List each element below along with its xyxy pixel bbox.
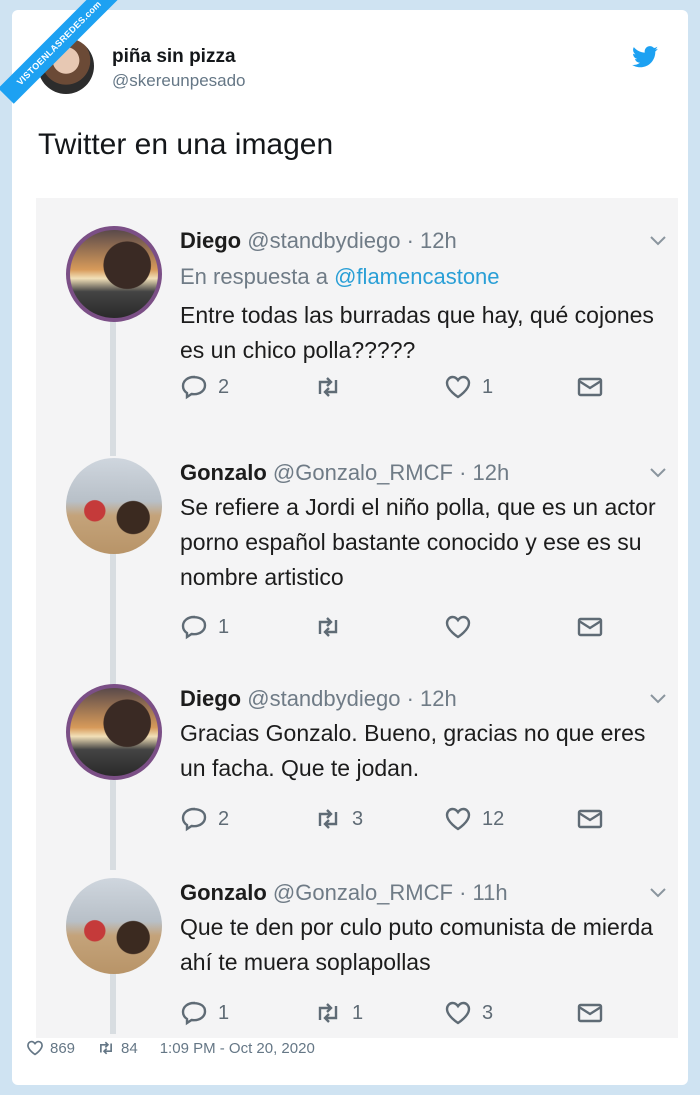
like-button[interactable] — [444, 612, 482, 642]
reply-handle[interactable]: @Gonzalo_RMCF — [273, 460, 453, 485]
reply-count: 2 — [218, 807, 230, 830]
reply-text: Que te den por culo puto comunista de mi… — [180, 914, 654, 975]
heart-icon — [445, 615, 471, 639]
reply-tweet: Diego @standbydiego · 12h En respuesta a… — [36, 226, 678, 426]
reply-count: 1 — [218, 1001, 230, 1024]
reply-tweet: Diego @standbydiego · 12h Gracias Gonzal… — [36, 684, 678, 844]
retweet-button[interactable]: 3 — [314, 804, 363, 834]
reply-avatar[interactable] — [66, 226, 162, 322]
reply-button[interactable]: 1 — [180, 998, 229, 1028]
like-count: 1 — [482, 375, 494, 398]
replying-label: En respuesta a — [180, 264, 328, 289]
retweet-count: 3 — [352, 807, 364, 830]
message-button[interactable] — [576, 998, 604, 1028]
reply-name[interactable]: Diego — [180, 228, 241, 253]
chevron-down-icon[interactable] — [650, 694, 666, 704]
reply-icon — [181, 807, 207, 832]
reply-header: Gonzalo @Gonzalo_RMCF · 11h — [180, 880, 508, 906]
reply-time[interactable]: 12h — [473, 460, 510, 485]
reply-button[interactable]: 2 — [180, 372, 229, 402]
reply-separator: · — [406, 686, 414, 711]
tweet-footer: 869 84 1:09 PM - Oct 20, 2020 — [26, 1036, 315, 1060]
message-button[interactable] — [576, 804, 604, 834]
reply-tweet: Gonzalo @Gonzalo_RMCF · 12h Se refiere a… — [36, 458, 678, 658]
replying-to: En respuesta a @flamencastone — [180, 264, 500, 290]
reply-name[interactable]: Gonzalo — [180, 880, 267, 905]
reply-avatar[interactable] — [66, 458, 162, 554]
tweet-header: piña sin pizza @skereunpesado — [38, 36, 678, 106]
envelope-icon — [577, 617, 603, 637]
twitter-bird-icon[interactable] — [632, 46, 658, 68]
reply-actions: 2 1 — [180, 372, 660, 402]
chevron-down-icon[interactable] — [650, 888, 666, 898]
envelope-icon — [577, 1003, 603, 1023]
reply-time[interactable]: 12h — [420, 686, 457, 711]
retweet-icon — [318, 617, 338, 637]
reply-handle[interactable]: @standbydiego — [247, 228, 400, 253]
heart-icon — [445, 807, 471, 831]
reply-actions: 1 1 3 — [180, 998, 660, 1028]
retweet-count: 1 — [352, 1001, 364, 1024]
reply-time[interactable]: 12h — [420, 228, 457, 253]
like-button[interactable]: 12 — [444, 804, 504, 834]
chevron-down-icon[interactable] — [650, 468, 666, 478]
like-count: 869 — [50, 1039, 76, 1057]
heart-icon[interactable] — [26, 1039, 44, 1057]
retweet-button[interactable] — [314, 372, 352, 402]
reply-actions: 2 3 12 — [180, 804, 660, 834]
tweet-card: VISTOENLASREDES.com piña sin pizza @sker… — [0, 0, 688, 1085]
reply-icon — [181, 1001, 207, 1026]
replying-mention[interactable]: @flamencastone — [334, 264, 499, 289]
like-count: 12 — [482, 807, 505, 830]
retweet-button[interactable] — [314, 612, 352, 642]
reply-separator: · — [459, 880, 467, 905]
reply-icon — [181, 375, 207, 400]
like-button[interactable]: 3 — [444, 998, 493, 1028]
reply-text: Entre todas las burradas que hay, qué co… — [180, 302, 654, 363]
reply-actions: 1 — [180, 612, 660, 642]
reply-name[interactable]: Gonzalo — [180, 460, 267, 485]
reply-separator: · — [459, 460, 467, 485]
author-handle[interactable]: @skereunpesado — [112, 71, 246, 91]
retweet-icon — [318, 377, 338, 397]
reply-time[interactable]: 11h — [473, 880, 508, 905]
embedded-screenshot: Diego @standbydiego · 12h En respuesta a… — [36, 198, 678, 1038]
reply-header: Gonzalo @Gonzalo_RMCF · 12h — [180, 460, 509, 486]
retweet-icon — [318, 809, 338, 829]
reply-header: Diego @standbydiego · 12h — [180, 228, 457, 254]
reply-icon — [181, 615, 207, 640]
chevron-down-icon[interactable] — [650, 236, 666, 246]
reply-header: Diego @standbydiego · 12h — [180, 686, 457, 712]
envelope-icon — [577, 809, 603, 829]
reply-tweet: Gonzalo @Gonzalo_RMCF · 11h Que te den p… — [36, 878, 678, 1038]
like-button[interactable]: 1 — [444, 372, 493, 402]
message-button[interactable] — [576, 612, 604, 642]
reply-count: 2 — [218, 375, 230, 398]
reply-button[interactable]: 1 — [180, 612, 229, 642]
heart-icon — [445, 1001, 471, 1025]
author-name[interactable]: piña sin pizza — [112, 46, 236, 68]
tweet-text: Twitter en una imagen — [38, 128, 334, 161]
retweet-button[interactable]: 1 — [314, 998, 363, 1028]
reply-avatar[interactable] — [66, 684, 162, 780]
reply-text: Se refiere a Jordi el niño polla, que es… — [180, 494, 656, 590]
reply-name[interactable]: Diego — [180, 686, 241, 711]
reply-handle[interactable]: @Gonzalo_RMCF — [273, 880, 453, 905]
message-button[interactable] — [576, 372, 604, 402]
reply-text: Gracias Gonzalo. Bueno, gracias no que e… — [180, 720, 646, 781]
retweet-count: 84 — [121, 1039, 138, 1057]
retweet-icon — [318, 1003, 338, 1023]
envelope-icon — [577, 377, 603, 397]
reply-button[interactable]: 2 — [180, 804, 229, 834]
tweet-timestamp[interactable]: 1:09 PM - Oct 20, 2020 — [160, 1040, 315, 1057]
reply-separator: · — [406, 228, 414, 253]
heart-icon — [445, 375, 471, 399]
reply-avatar[interactable] — [66, 878, 162, 974]
retweet-icon[interactable] — [97, 1039, 115, 1057]
reply-handle[interactable]: @standbydiego — [247, 686, 400, 711]
reply-count: 1 — [218, 615, 230, 638]
like-count: 3 — [482, 1001, 494, 1024]
